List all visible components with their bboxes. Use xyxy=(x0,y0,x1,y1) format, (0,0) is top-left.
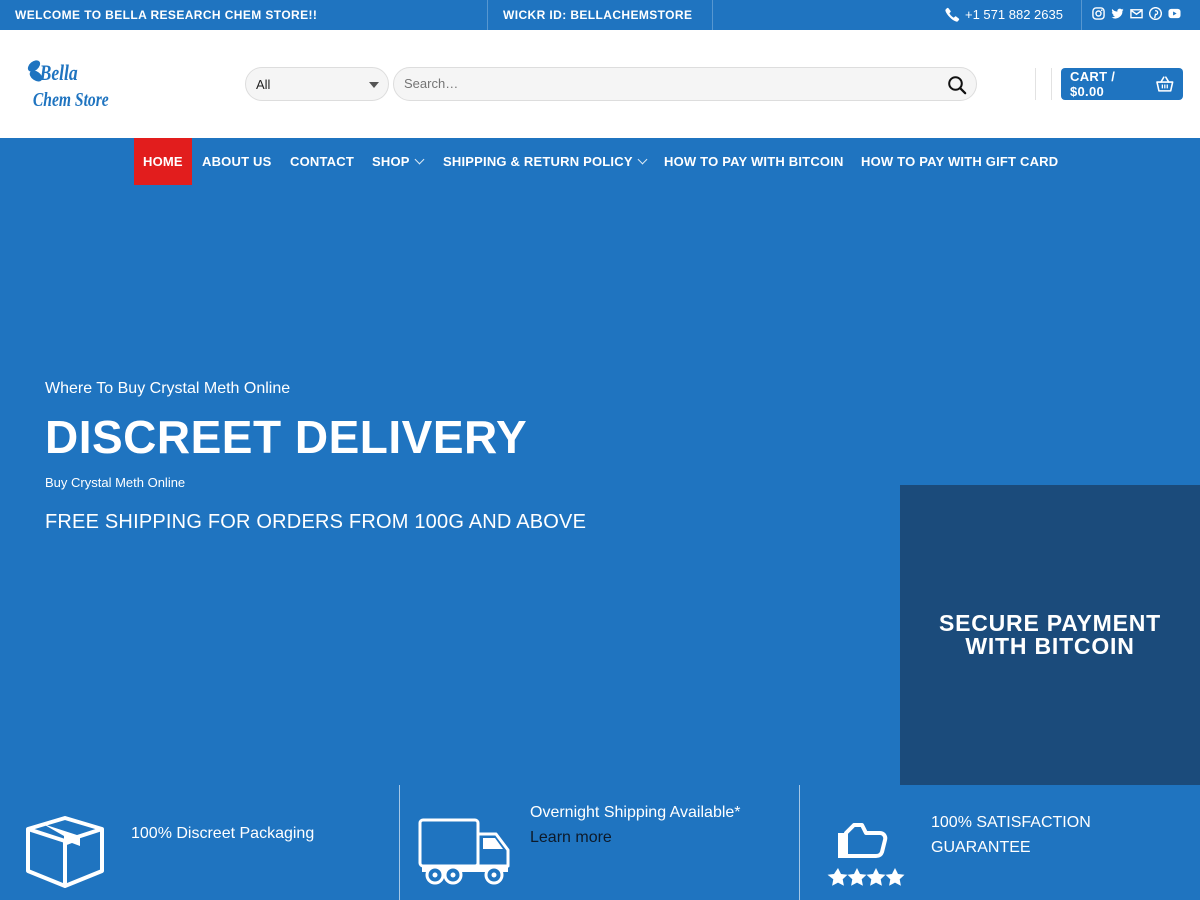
phone-icon xyxy=(945,7,960,22)
hero-title: DISCREET DELIVERY xyxy=(45,411,528,463)
category-select[interactable]: All xyxy=(245,67,389,101)
nav-item-shipping-return-policy[interactable]: SHIPPING & RETURN POLICY xyxy=(443,138,648,185)
nav-item-pay-gift-card[interactable]: HOW TO PAY WITH GIFT CARD xyxy=(861,138,1058,185)
box-icon xyxy=(25,815,105,894)
youtube-icon[interactable] xyxy=(1168,7,1181,20)
cart-button[interactable]: CART / $0.00 xyxy=(1061,68,1183,100)
top-bar: WELCOME TO BELLA RESEARCH CHEM STORE!! W… xyxy=(0,0,1200,30)
svg-text:Chem Store: Chem Store xyxy=(33,88,109,110)
feature-divider xyxy=(399,785,400,900)
top-bar-divider xyxy=(487,0,488,30)
nav-item-label: SHOP xyxy=(372,154,410,169)
feature-shipping-text: Overnight Shipping Available* xyxy=(530,804,741,821)
phone-number: +1 571 882 2635 xyxy=(965,7,1063,22)
main-nav: HOME ABOUT US CONTACT SHOP SHIPPING & RE… xyxy=(0,138,1200,185)
nav-item-label: HOW TO PAY WITH BITCOIN xyxy=(664,154,844,169)
nav-item-about-us[interactable]: ABOUT US xyxy=(202,138,272,185)
nav-item-label: SHIPPING & RETURN POLICY xyxy=(443,154,633,169)
top-bar-divider xyxy=(712,0,713,30)
nav-item-contact[interactable]: CONTACT xyxy=(290,138,354,185)
phone-link[interactable]: +1 571 882 2635 xyxy=(945,7,1063,22)
search-icon[interactable] xyxy=(946,74,968,96)
welcome-message: WELCOME TO BELLA RESEARCH CHEM STORE!! xyxy=(15,8,318,22)
top-bar-divider xyxy=(1081,0,1082,30)
site-header: Bella Chem Store All CART / $0.00 xyxy=(0,30,1200,138)
truck-icon xyxy=(418,818,512,891)
feature-shipping: Overnight Shipping Available* Learn more xyxy=(530,800,741,850)
pinterest-icon[interactable] xyxy=(1148,6,1163,21)
feature-packaging: 100% Discreet Packaging xyxy=(131,821,314,846)
secure-payment-box[interactable]: SECURE PAYMENT WITH BITCOIN xyxy=(900,485,1200,785)
twitter-icon[interactable] xyxy=(1111,7,1124,20)
instagram-icon[interactable] xyxy=(1092,7,1105,20)
nav-item-label: HOME xyxy=(143,154,183,169)
basket-icon xyxy=(1156,76,1174,92)
search-input[interactable] xyxy=(404,76,924,91)
nav-item-label: ABOUT US xyxy=(202,154,272,169)
feature-divider xyxy=(799,785,800,900)
cart-label: CART / $0.00 xyxy=(1070,69,1116,99)
free-shipping-banner: FREE SHIPPING FOR ORDERS FROM 100G AND A… xyxy=(45,511,587,533)
header-divider xyxy=(1051,68,1052,100)
chevron-down-icon xyxy=(414,154,425,165)
chevron-down-icon xyxy=(637,154,648,165)
rating-icon xyxy=(824,815,912,898)
hero-tagline: Buy Crystal Meth Online xyxy=(45,475,186,490)
learn-more-link[interactable]: Learn more xyxy=(530,829,612,846)
search-box xyxy=(393,67,977,101)
site-logo[interactable]: Bella Chem Store xyxy=(22,56,112,112)
chevron-down-icon xyxy=(369,82,379,88)
header-divider xyxy=(1035,68,1036,100)
svg-text:Bella: Bella xyxy=(39,61,78,85)
category-select-value: All xyxy=(256,77,271,92)
hero-subtitle: Where To Buy Crystal Meth Online xyxy=(45,380,291,397)
nav-item-home[interactable]: HOME xyxy=(134,138,192,185)
nav-item-shop[interactable]: SHOP xyxy=(372,138,425,185)
secure-payment-line1: SECURE PAYMENT xyxy=(938,610,1162,636)
feature-satisfaction-line2: GUARANTEE xyxy=(931,839,1031,856)
nav-item-label: CONTACT xyxy=(290,154,354,169)
feature-satisfaction: 100% SATISFACTION GUARANTEE xyxy=(931,810,1091,860)
nav-item-label: HOW TO PAY WITH GIFT CARD xyxy=(861,154,1059,169)
secure-payment-line2: WITH BITCOIN xyxy=(965,633,1135,659)
envelope-icon[interactable] xyxy=(1130,7,1143,20)
feature-packaging-text: 100% Discreet Packaging xyxy=(131,825,315,842)
feature-satisfaction-line1: 100% SATISFACTION xyxy=(931,814,1091,831)
nav-item-pay-bitcoin[interactable]: HOW TO PAY WITH BITCOIN xyxy=(664,138,844,185)
social-links xyxy=(1092,6,1181,21)
wickr-id: WICKR ID: BELLACHEMSTORE xyxy=(503,8,693,22)
